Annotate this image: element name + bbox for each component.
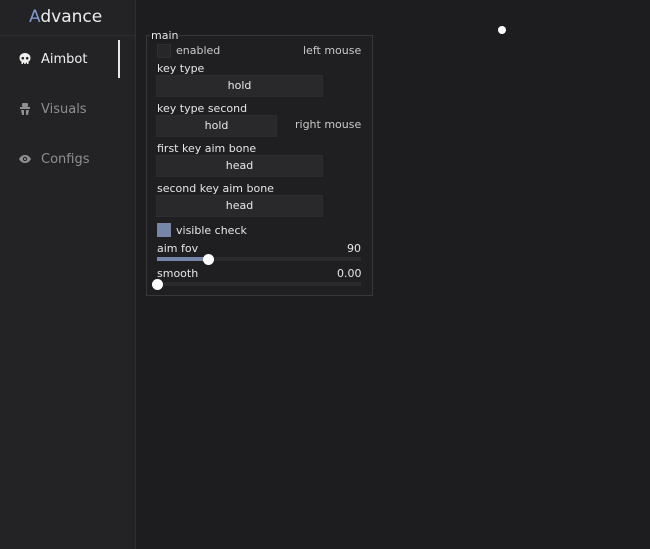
aim-fov-value: 90 [347,242,361,255]
key-type-second-hotkey[interactable]: right mouse [295,118,361,131]
eye-icon [17,151,33,167]
aim-fov-slider-knob[interactable] [202,254,214,265]
key-type-second-label: key type second [157,102,248,115]
smooth-label: smooth [157,267,199,280]
enabled-label: enabled [176,44,221,57]
second-key-aim-bone-label: second key aim bone [157,182,274,195]
sidebar-item-aimbot[interactable]: Aimbot [0,40,135,78]
visible-check-checkbox[interactable] [157,223,171,237]
first-key-aim-bone-label: first key aim bone [157,142,257,155]
sidebar-item-visuals[interactable]: Visuals [0,90,135,128]
first-key-aim-bone-dropdown[interactable]: head [156,155,323,177]
visible-check-label: visible check [176,224,247,237]
aim-fov-slider-fill [157,257,208,261]
smooth-value: 0.00 [337,267,362,280]
smooth-slider-knob[interactable] [151,279,163,290]
aim-fov-slider[interactable] [157,257,361,261]
sidebar-item-label: Aimbot [41,51,88,67]
key-type-label: key type [157,62,205,75]
enabled-checkbox[interactable] [157,44,171,58]
sidebar-item-label: Visuals [41,101,87,117]
enabled-hotkey[interactable]: left mouse [303,44,361,57]
second-key-aim-bone-dropdown[interactable]: head [156,195,323,217]
sidebar: Advance Aimbot Visuals Configs [0,0,136,549]
group-title: main [150,29,180,42]
person-icon [17,101,33,117]
smooth-slider[interactable] [157,282,361,286]
floating-dot [498,26,506,34]
logo-accent-letter: A [29,7,41,27]
app-logo: Advance [0,0,135,36]
sidebar-item-configs[interactable]: Configs [0,140,135,178]
logo-text: dvance [40,7,103,27]
aim-fov-label: aim fov [157,242,199,255]
key-type-second-dropdown[interactable]: hold [156,115,277,137]
key-type-dropdown[interactable]: hold [156,75,323,97]
sidebar-item-label: Configs [41,151,90,167]
skull-icon [17,51,33,67]
